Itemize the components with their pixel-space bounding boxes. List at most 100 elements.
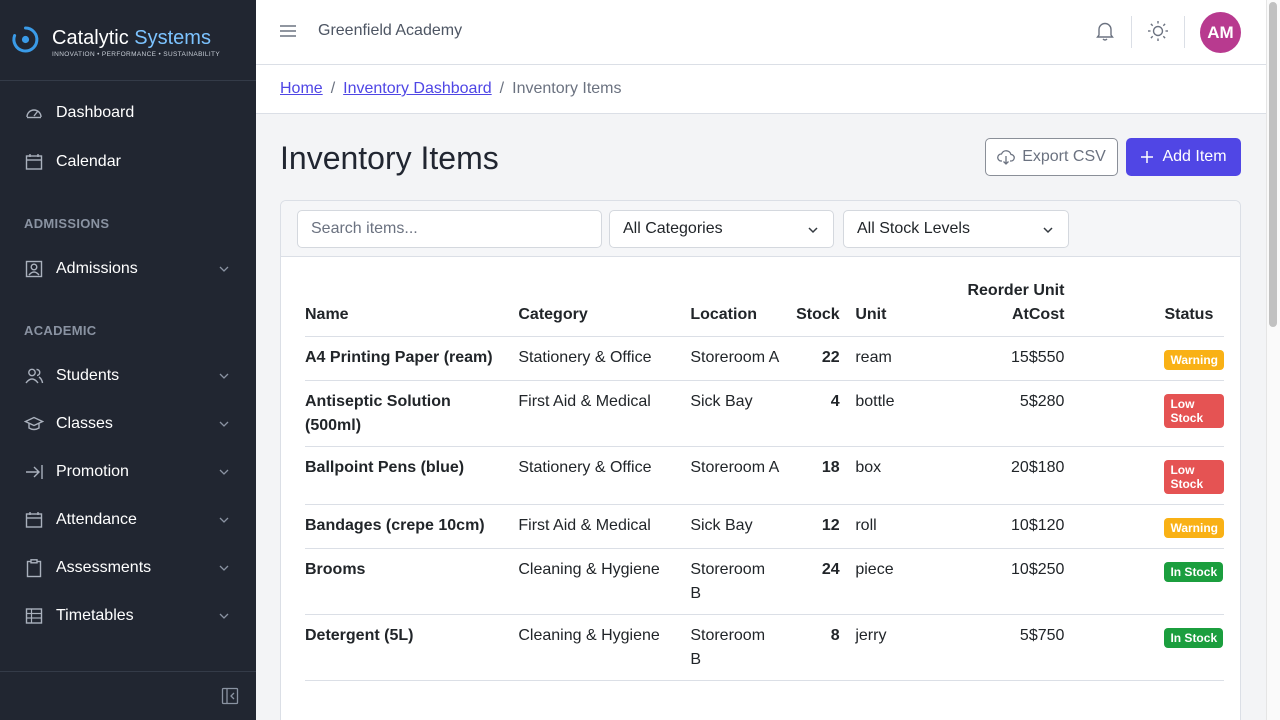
- item-unit-cost: $750: [1028, 614, 1065, 681]
- sidebar-item-dashboard[interactable]: Dashboard: [0, 91, 256, 135]
- sidebar-item-label: Admissions: [56, 260, 138, 277]
- column-header-unit-cost[interactable]: Unit Cost: [1028, 279, 1065, 337]
- sidebar-item-label: Classes: [56, 415, 113, 432]
- export-csv-button[interactable]: Export CSV: [985, 138, 1118, 176]
- column-header-unit[interactable]: Unit: [855, 279, 945, 337]
- chevron-down-icon: [808, 227, 818, 234]
- column-spacer: [839, 504, 856, 549]
- sidebar-item-calendar[interactable]: Calendar: [0, 140, 256, 184]
- breadcrumb-current: Inventory Items: [512, 80, 622, 97]
- table-icon: [25, 608, 43, 624]
- menu-icon[interactable]: [280, 22, 296, 40]
- column-header-location[interactable]: Location: [690, 279, 781, 337]
- item-name: A4 Printing Paper (ream): [305, 336, 519, 381]
- search-input[interactable]: [297, 210, 602, 248]
- organization-name: Greenfield Academy: [318, 22, 463, 39]
- sidebar-item-label: Attendance: [56, 511, 137, 528]
- sidebar-item-classes[interactable]: Classes: [0, 402, 256, 446]
- sidebar-collapse-icon[interactable]: [221, 687, 239, 705]
- item-status: Low Stock: [1164, 446, 1224, 505]
- item-unit: roll: [855, 504, 945, 549]
- column-header-reorder[interactable]: Reorder At: [944, 279, 1029, 337]
- scrollbar-thumb[interactable]: [1269, 2, 1277, 327]
- filter-bar: All Categories All Stock Levels: [281, 201, 1240, 257]
- avatar[interactable]: AM: [1200, 12, 1241, 53]
- table-row[interactable]: A4 Printing Paper (ream) Stationery & Off…: [305, 336, 1224, 381]
- chevron-down-icon: [219, 469, 229, 475]
- sun-icon[interactable]: [1147, 20, 1169, 42]
- item-stock: 22: [780, 336, 840, 381]
- item-reorder-at: 20: [944, 446, 1029, 505]
- plus-icon: [1141, 151, 1154, 163]
- column-spacer: [839, 380, 856, 447]
- item-unit-cost: $250: [1028, 548, 1065, 615]
- sidebar-item-label: Timetables: [56, 607, 134, 624]
- item-reorder-at: 15: [944, 336, 1029, 381]
- item-name: Detergent (5L): [305, 614, 519, 681]
- column-header-reorder-line1: Reorder: [967, 282, 1029, 299]
- sidebar-item-admissions[interactable]: Admissions: [0, 247, 256, 291]
- breadcrumb-separator: /: [499, 80, 505, 97]
- sidebar-item-attendance[interactable]: Attendance: [0, 498, 256, 542]
- column-spacer: [839, 614, 856, 681]
- table-row[interactable]: Ballpoint Pens (blue) Stationery & Office…: [305, 446, 1224, 505]
- brand[interactable]: Catalytic Systems INNOVATION • PERFORMAN…: [0, 0, 256, 81]
- column-spacer: [1064, 279, 1165, 337]
- column-header-cost-line2: Cost: [1028, 306, 1065, 323]
- item-unit: box: [855, 446, 945, 505]
- table-row[interactable]: Antiseptic Solution (500ml) First Aid & M…: [305, 380, 1224, 447]
- breadcrumb-parent-link[interactable]: Inventory Dashboard: [343, 80, 492, 97]
- add-item-label: Add Item: [1162, 148, 1227, 165]
- item-stock: 8: [780, 614, 840, 681]
- item-unit-cost: $180: [1028, 446, 1065, 505]
- table-header-row: Name Category Location Stock Unit Reorde…: [305, 279, 1224, 337]
- table-row[interactable]: Detergent (5L) Cleaning & Hygiene Storeroo…: [305, 614, 1224, 681]
- stock-level-select[interactable]: All Stock Levels: [843, 210, 1069, 248]
- sidebar-item-promotion[interactable]: Promotion: [0, 450, 256, 494]
- item-status: In Stock: [1164, 614, 1224, 681]
- stock-level-select-value: All Stock Levels: [857, 220, 970, 237]
- item-name: Ballpoint Pens (blue): [305, 446, 519, 505]
- item-stock: 18: [780, 446, 840, 505]
- people-icon: [25, 368, 44, 384]
- item-category: Cleaning & Hygiene: [518, 548, 691, 615]
- column-header-status[interactable]: Status: [1164, 279, 1224, 337]
- header-divider: [1131, 16, 1132, 48]
- breadcrumb-home-link[interactable]: Home: [280, 80, 323, 97]
- item-stock: 12: [780, 504, 840, 549]
- brand-name: Catalytic Systems: [52, 27, 211, 49]
- item-category: First Aid & Medical: [518, 504, 691, 549]
- item-reorder-at: 5: [944, 380, 1029, 447]
- category-select-value: All Categories: [623, 220, 723, 237]
- item-location: Sick Bay: [690, 380, 781, 447]
- item-unit: jerry: [855, 614, 945, 681]
- add-item-button[interactable]: Add Item: [1126, 138, 1241, 176]
- column-spacer: [1064, 446, 1165, 505]
- sidebar-item-timetables[interactable]: Timetables: [0, 594, 256, 638]
- bell-icon[interactable]: [1095, 20, 1115, 42]
- sidebar-item-assessments[interactable]: Assessments: [0, 546, 256, 590]
- status-badge: Low Stock: [1164, 394, 1224, 428]
- item-stock: 24: [780, 548, 840, 615]
- header-divider: [1184, 16, 1185, 48]
- item-status: Low Stock: [1164, 380, 1224, 447]
- id-badge-icon: [25, 260, 43, 278]
- item-category: Cleaning & Hygiene: [518, 614, 691, 681]
- column-header-name[interactable]: Name: [305, 279, 519, 337]
- category-select[interactable]: All Categories: [609, 210, 834, 248]
- calendar-icon: [25, 154, 43, 170]
- breadcrumb-separator: /: [330, 80, 336, 97]
- sidebar-section-title: ADMISSIONS: [24, 216, 110, 231]
- table-row[interactable]: Brooms Cleaning & Hygiene Storeroom B 24 pie…: [305, 548, 1224, 615]
- item-unit-cost: $120: [1028, 504, 1065, 549]
- chevron-down-icon: [219, 565, 229, 571]
- chevron-down-icon: [219, 373, 229, 379]
- sidebar-item-students[interactable]: Students: [0, 354, 256, 398]
- column-header-category[interactable]: Category: [518, 279, 691, 337]
- column-spacer: [839, 279, 856, 337]
- arrow-right-icon: [26, 465, 43, 479]
- table-row[interactable]: Bandages (crepe 10cm) First Aid & Medical…: [305, 504, 1224, 549]
- item-location: Storeroom B: [690, 548, 781, 615]
- item-location: Storeroom A: [690, 446, 781, 505]
- column-header-stock[interactable]: Stock: [780, 279, 840, 337]
